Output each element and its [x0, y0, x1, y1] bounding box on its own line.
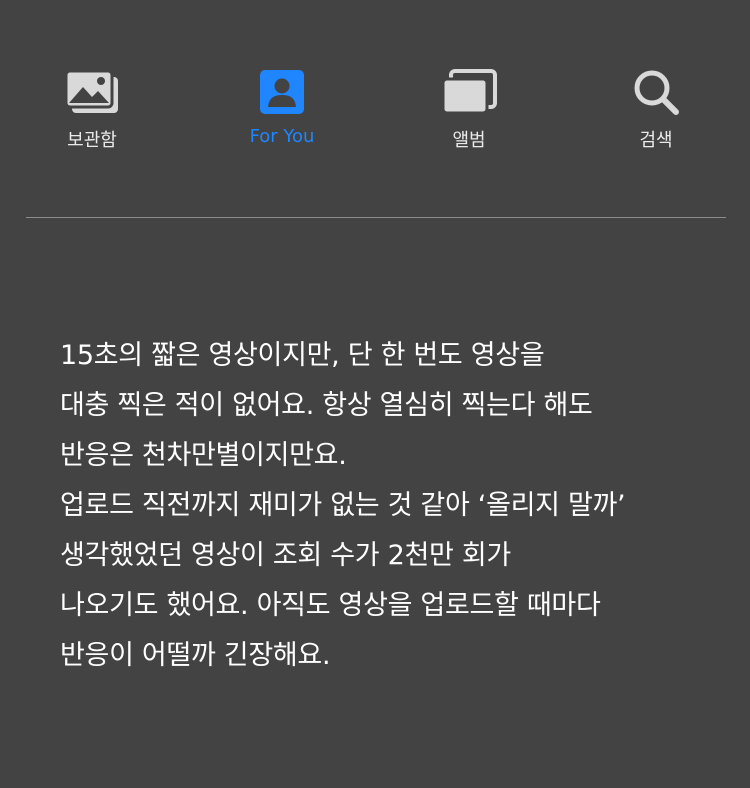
body-line: 대충 찍은 적이 없어요. 항상 열심히 찍는다 해도 [60, 390, 593, 421]
divider [26, 217, 726, 218]
tab-search[interactable]: 검색 [586, 66, 726, 156]
body-line: 15초의 짧은 영상이지만, 단 한 번도 영상을 [60, 340, 545, 371]
body-line: 생각했었던 영상이 조회 수가 2천만 회가 [60, 540, 511, 571]
tab-library-label: 보관함 [67, 130, 117, 151]
tab-for-you-label: For You [249, 126, 315, 147]
body-line: 업로드 직전까지 재미가 없는 것 같아 ‘올리지 말까’ [60, 490, 626, 521]
person-card-icon [252, 66, 312, 118]
body-paragraph: 15초의 짧은 영상이지만, 단 한 번도 영상을 대충 찍은 적이 없어요. … [60, 331, 720, 681]
album-stack-icon [439, 66, 499, 118]
search-icon [626, 66, 686, 118]
tab-for-you[interactable]: For You [212, 66, 352, 156]
body-line: 반응은 천차만별이지만요. [60, 440, 347, 471]
tab-albums-label: 앨범 [452, 130, 486, 151]
tab-bar: 보관함 For You 앨범 검색 [0, 0, 750, 170]
tab-library[interactable]: 보관함 [22, 66, 162, 156]
tab-search-label: 검색 [639, 130, 673, 151]
body-line: 나오기도 했어요. 아직도 영상을 업로드할 때마다 [60, 590, 601, 621]
body-line: 반응이 어떨까 긴장해요. [60, 640, 331, 671]
photos-stack-icon [62, 66, 122, 118]
tab-albums[interactable]: 앨범 [399, 66, 539, 156]
